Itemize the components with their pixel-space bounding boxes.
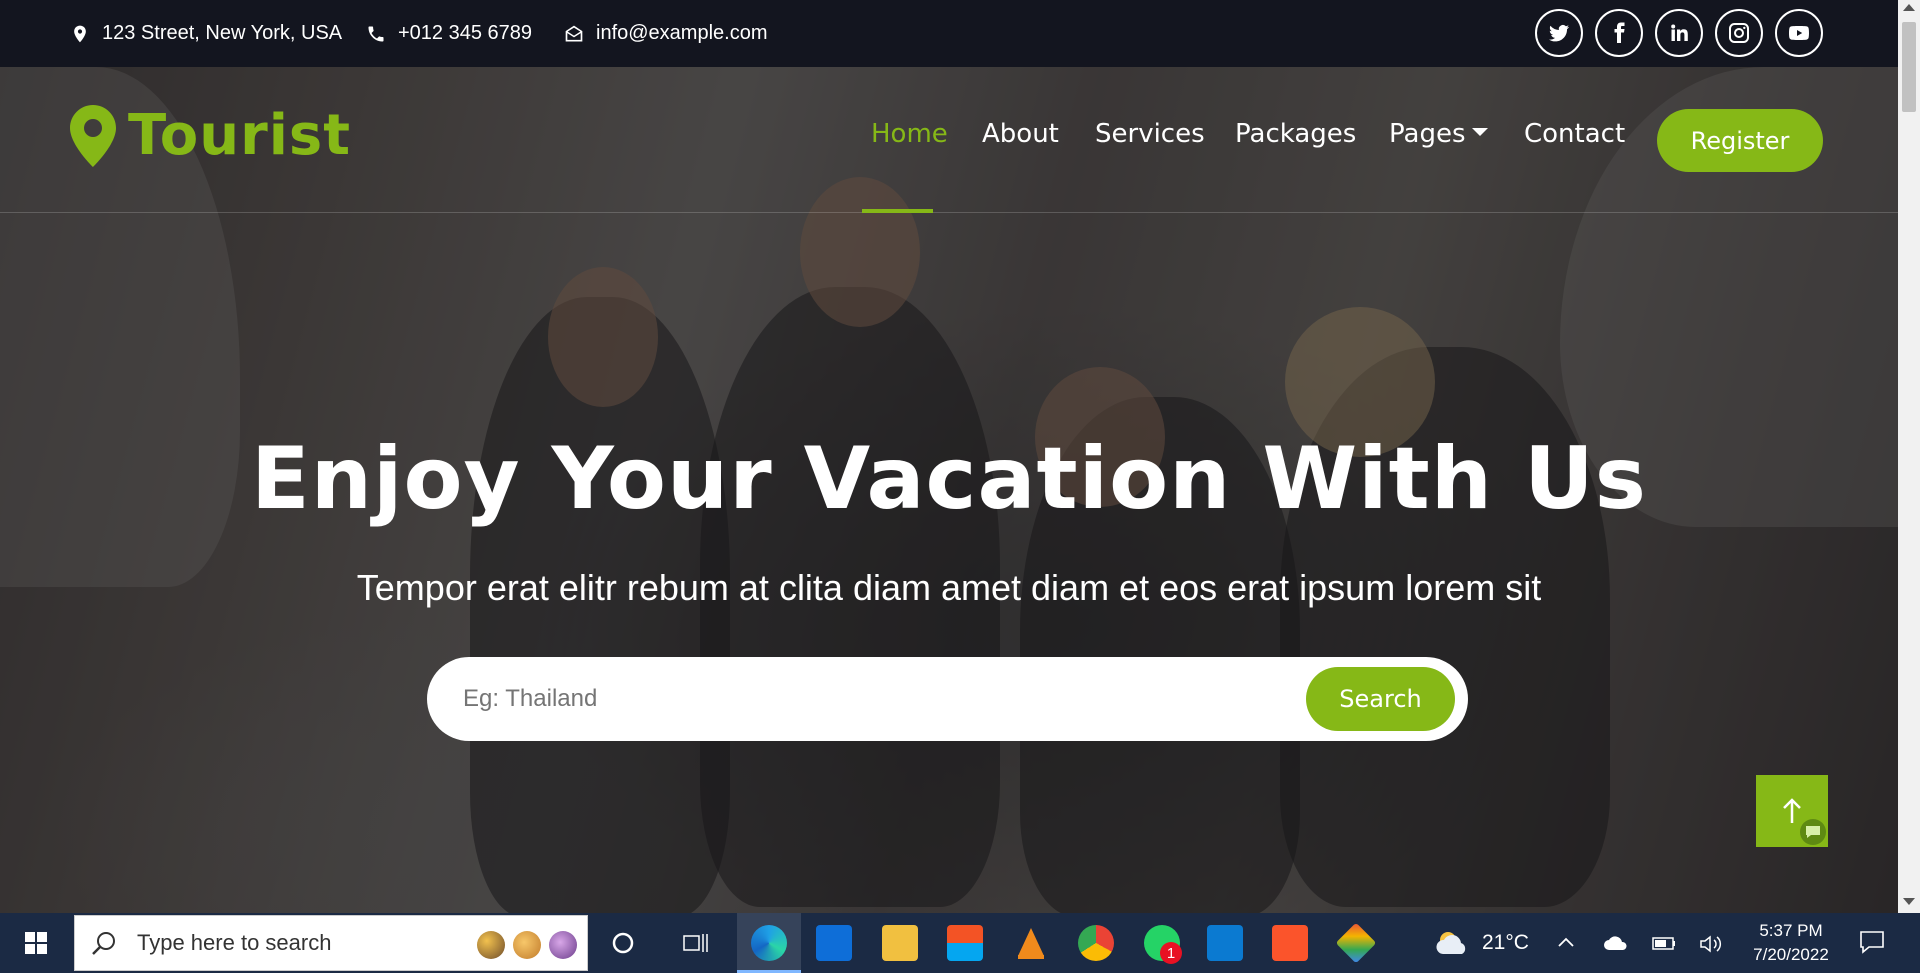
hero-section: Tourist Home About Services Packages Pag… <box>0 67 1898 913</box>
nav-home[interactable]: Home <box>871 119 948 149</box>
mail-icon[interactable] <box>816 925 852 961</box>
moon-phase-icon <box>477 931 505 959</box>
envelope-open-icon <box>565 25 583 41</box>
windows-logo-icon <box>25 932 47 954</box>
hero-title: Enjoy Your Vacation With Us <box>251 429 1647 529</box>
destination-search-input[interactable] <box>463 657 1283 741</box>
twitter-icon <box>1549 24 1569 42</box>
start-button[interactable] <box>0 913 72 973</box>
instagram-button[interactable] <box>1715 9 1763 57</box>
caret-down-icon <box>1471 127 1488 136</box>
task-view-button[interactable] <box>677 913 713 973</box>
vscode-icon[interactable] <box>1207 925 1243 961</box>
brave-browser-icon[interactable] <box>1272 925 1308 961</box>
nav-pages-dropdown[interactable]: Pages <box>1389 119 1488 149</box>
whatsapp-notification-badge: 1 <box>1160 942 1182 964</box>
browser-viewport: 123 Street, New York, USA +012 345 6789 … <box>0 0 1898 913</box>
youtube-icon <box>1789 26 1809 40</box>
register-button[interactable]: Register <box>1657 109 1823 172</box>
edge-browser-icon[interactable] <box>751 925 787 961</box>
instagram-icon <box>1729 23 1749 43</box>
linkedin-button[interactable] <box>1655 9 1703 57</box>
chat-widget-button[interactable] <box>1800 819 1826 845</box>
logo[interactable]: Tourist <box>70 103 351 168</box>
scroll-down-arrow-icon[interactable] <box>1903 898 1915 905</box>
brand-name: Tourist <box>128 103 352 168</box>
map-marker-icon <box>70 104 116 167</box>
cloud-sun-icon <box>1436 932 1466 954</box>
microsoft-store-icon[interactable] <box>947 925 983 961</box>
scrollbar-thumb[interactable] <box>1902 22 1916 112</box>
chrome-icon[interactable] <box>1078 925 1114 961</box>
location-pin-icon <box>74 25 86 42</box>
nav-pages-label: Pages <box>1389 119 1466 149</box>
battery-icon[interactable] <box>1651 933 1677 953</box>
weather-temperature: 21°C <box>1482 931 1529 954</box>
cortana-button[interactable] <box>605 913 641 973</box>
address-text: 123 Street, New York, USA <box>102 22 343 44</box>
nav-contact[interactable]: Contact <box>1524 119 1625 149</box>
cortana-circle-icon <box>612 932 634 954</box>
navbar: Tourist Home About Services Packages Pag… <box>0 67 1898 213</box>
moon-phase-icon <box>513 931 541 959</box>
active-nav-indicator <box>862 209 933 213</box>
taskbar-search-box[interactable]: Type here to search <box>74 915 588 971</box>
moon-phase-icon <box>549 931 577 959</box>
phone-icon <box>368 26 384 41</box>
weather-widget[interactable]: 21°C <box>1434 913 1529 973</box>
git-kraken-icon[interactable] <box>1335 922 1377 964</box>
taskbar-search-placeholder: Type here to search <box>137 930 332 955</box>
facebook-button[interactable] <box>1595 9 1643 57</box>
task-view-icon <box>683 934 708 952</box>
nav-about[interactable]: About <box>982 119 1059 149</box>
hero-subtitle: Tempor erat elitr rebum at clita diam am… <box>356 567 1542 608</box>
chat-bubble-icon <box>1806 826 1820 838</box>
taskbar-clock[interactable]: 5:37 PM 7/20/2022 <box>1736 919 1846 967</box>
nav-packages[interactable]: Packages <box>1235 119 1356 149</box>
scroll-up-arrow-icon[interactable] <box>1903 4 1915 11</box>
nav-services[interactable]: Services <box>1095 119 1205 149</box>
destination-search-box: Search <box>427 657 1468 741</box>
email-item: info@example.com <box>564 0 767 67</box>
facebook-icon <box>1614 22 1625 43</box>
search-icon <box>92 932 115 955</box>
clock-time: 5:37 PM <box>1759 921 1823 940</box>
linkedin-icon <box>1671 24 1688 41</box>
notification-center-icon[interactable] <box>1857 927 1887 957</box>
top-info-bar: 123 Street, New York, USA +012 345 6789 … <box>0 0 1898 67</box>
arrow-up-icon <box>1783 798 1801 823</box>
phone-item: +012 345 6789 <box>366 0 532 67</box>
youtube-button[interactable] <box>1775 9 1823 57</box>
phone-text: +012 345 6789 <box>398 22 533 44</box>
search-button[interactable]: Search <box>1306 667 1455 731</box>
page-scrollbar[interactable] <box>1898 0 1920 913</box>
address-item: 123 Street, New York, USA <box>70 0 342 67</box>
windows-taskbar: Type here to search 1 21°C 5:37 PM 7/20/… <box>0 913 1920 973</box>
email-text: info@example.com <box>596 22 768 44</box>
clock-date: 7/20/2022 <box>1753 945 1829 964</box>
file-explorer-icon[interactable] <box>882 925 918 961</box>
twitter-button[interactable] <box>1535 9 1583 57</box>
volume-icon[interactable] <box>1698 933 1724 955</box>
vlc-icon[interactable] <box>1013 925 1049 961</box>
chevron-up-icon[interactable] <box>1556 933 1576 953</box>
onedrive-cloud-icon[interactable] <box>1603 933 1629 953</box>
